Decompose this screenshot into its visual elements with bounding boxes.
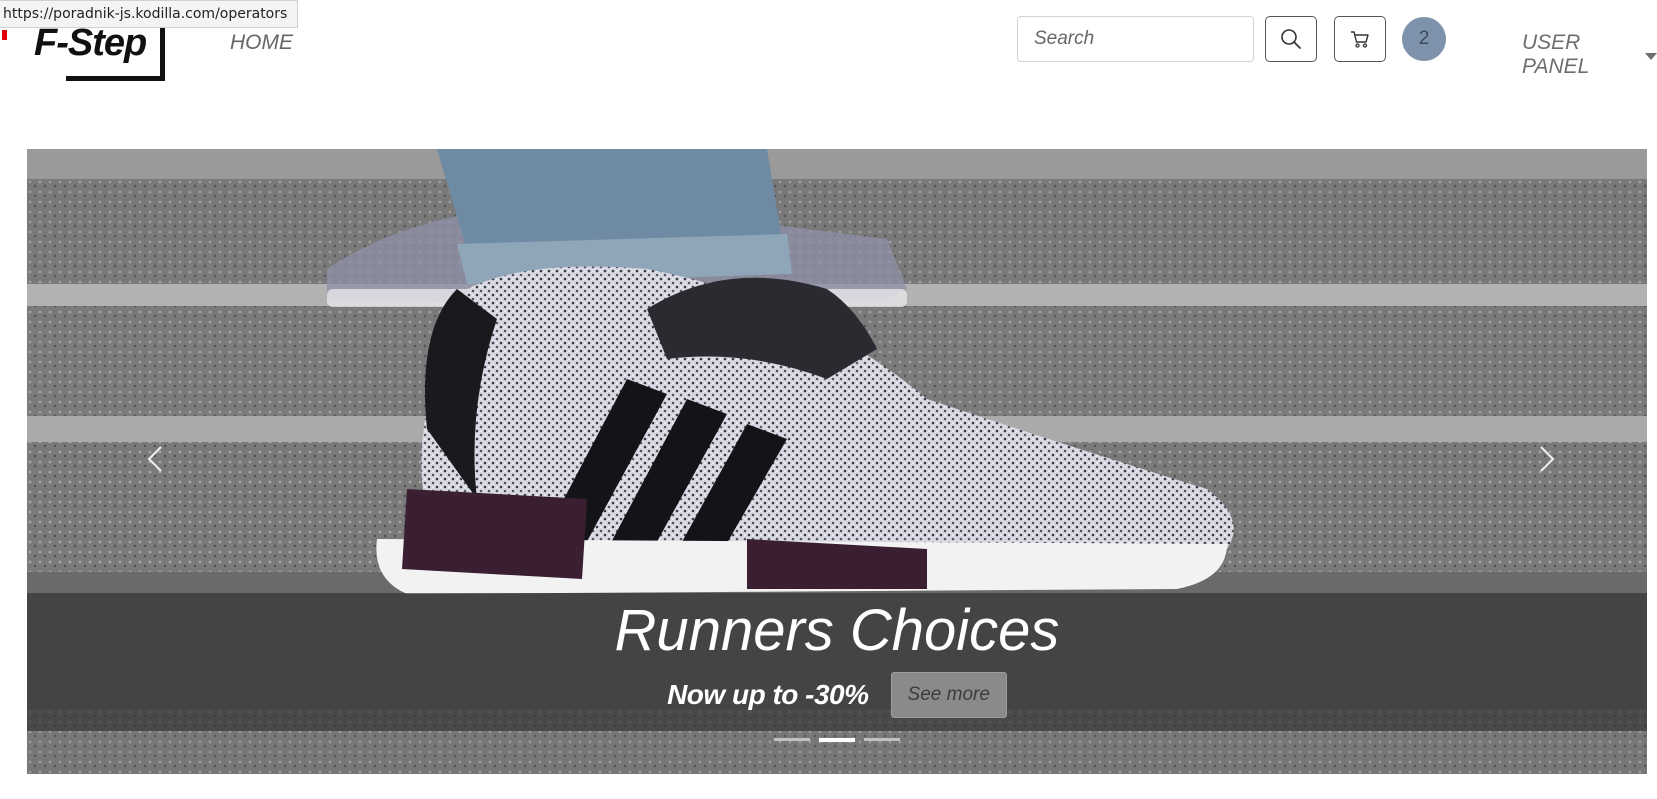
search-input[interactable] (1017, 16, 1254, 62)
chevron-left-icon[interactable] (137, 439, 177, 479)
caption-row: Now up to -30% See more (27, 672, 1647, 718)
user-panel-dropdown[interactable]: USER PANEL (1522, 31, 1657, 79)
user-panel-label: USER PANEL (1522, 31, 1590, 78)
cart-icon (1351, 31, 1369, 48)
logo-text: F-Step (34, 22, 147, 64)
see-more-button[interactable]: See more (890, 672, 1007, 718)
hero-carousel: Runners Choices Now up to -30% See more (27, 149, 1647, 774)
cart-button[interactable] (1334, 16, 1386, 62)
status-url-tooltip: https://poradnik-js.kodilla.com/operator… (0, 0, 299, 28)
search-button[interactable] (1265, 16, 1317, 62)
carousel-subtitle: Now up to -30% (667, 679, 869, 710)
nav-home-link[interactable]: HOME (230, 31, 293, 55)
carousel-indicator-1[interactable] (774, 738, 810, 741)
carousel-indicator-3[interactable] (864, 738, 900, 741)
search-icon (1281, 29, 1301, 49)
carousel-indicator-2[interactable] (819, 738, 855, 742)
caret-down-icon (1645, 52, 1657, 60)
cart-count-badge: 2 (1402, 17, 1446, 61)
carousel-title: Runners Choices (614, 598, 1060, 663)
red-edge-mark (2, 30, 7, 40)
chevron-right-icon[interactable] (1525, 439, 1565, 479)
carousel-indicators (27, 738, 1647, 742)
